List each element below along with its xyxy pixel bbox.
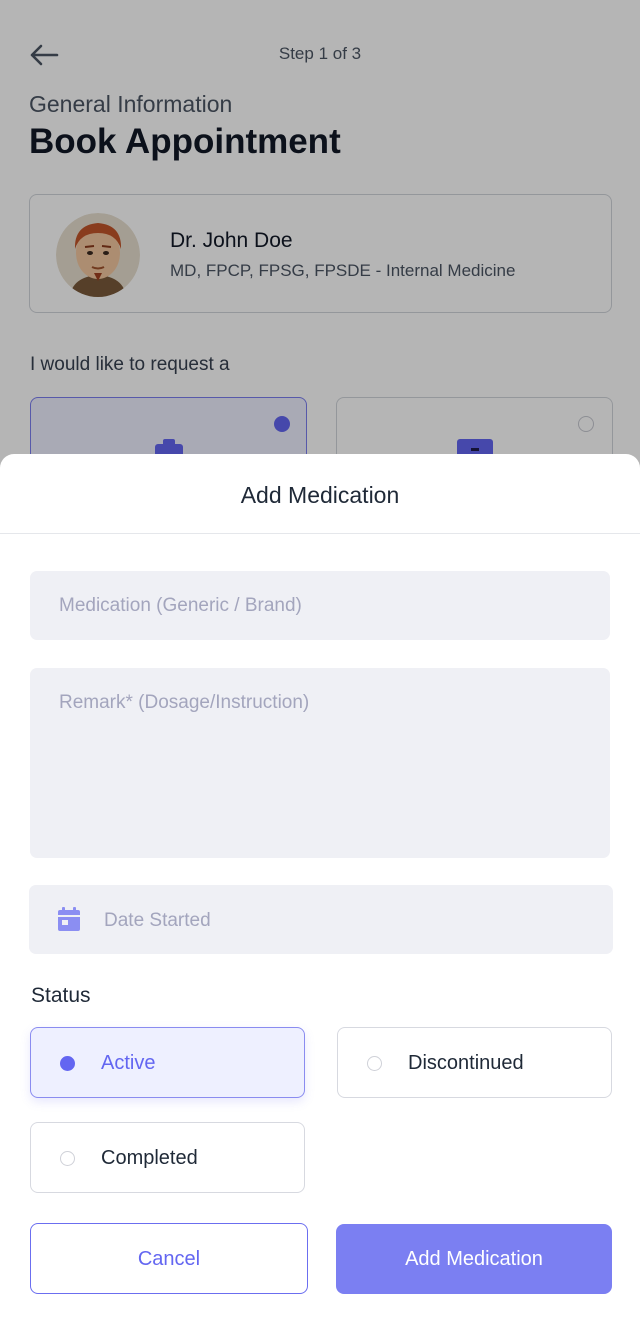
calendar-icon xyxy=(58,907,80,931)
cancel-button[interactable]: Cancel xyxy=(30,1223,308,1294)
status-option-label: Completed xyxy=(101,1147,198,1169)
remark-textarea[interactable]: Remark* (Dosage/Instruction) xyxy=(30,668,610,858)
status-option-active[interactable]: Active xyxy=(30,1027,305,1098)
sheet-title: Add Medication xyxy=(240,482,400,508)
radio-unselected-icon xyxy=(367,1056,382,1071)
status-option-label: Discontinued xyxy=(408,1052,524,1074)
add-medication-button[interactable]: Add Medication xyxy=(336,1224,612,1294)
remark-placeholder: Remark* (Dosage/Instruction) xyxy=(59,692,310,713)
date-started-field[interactable]: Date Started xyxy=(29,885,613,954)
status-label: Status xyxy=(31,984,91,1007)
medication-input[interactable]: Medication (Generic / Brand) xyxy=(30,571,610,640)
divider xyxy=(0,533,640,534)
status-option-label: Active xyxy=(101,1052,156,1074)
add-medication-sheet: Add Medication Medication (Generic / Bra… xyxy=(0,454,640,1326)
radio-unselected-icon xyxy=(60,1151,75,1166)
medication-placeholder: Medication (Generic / Brand) xyxy=(59,595,302,616)
radio-selected-icon xyxy=(60,1056,75,1071)
status-option-discontinued[interactable]: Discontinued xyxy=(337,1027,612,1098)
date-placeholder: Date Started xyxy=(104,910,211,931)
status-option-completed[interactable]: Completed xyxy=(30,1122,305,1193)
